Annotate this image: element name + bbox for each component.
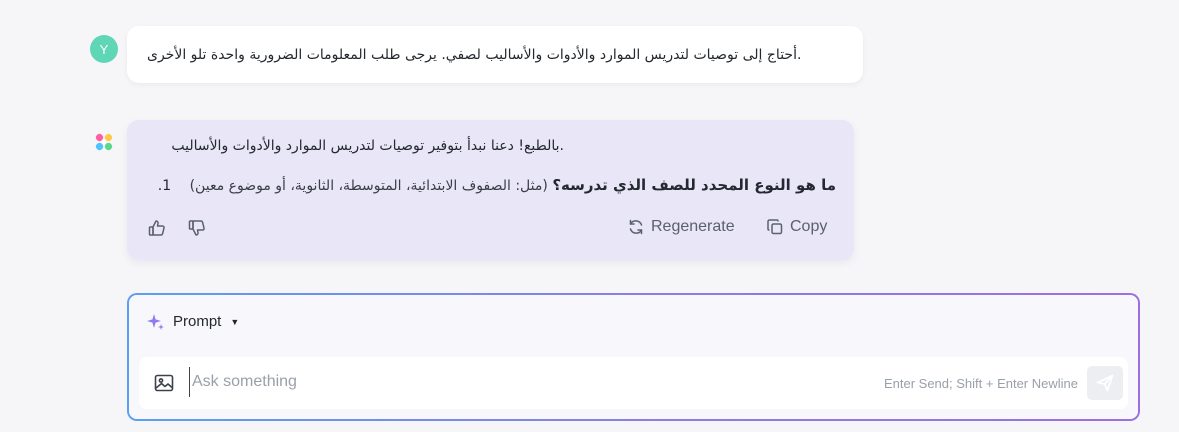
thumbs-up-icon <box>148 220 165 236</box>
copy-icon <box>767 219 783 235</box>
regenerate-button[interactable]: Regenerate <box>627 218 735 236</box>
send-icon <box>1096 374 1114 392</box>
caret-down-icon: ▼ <box>230 316 240 327</box>
like-button[interactable] <box>147 218 167 238</box>
send-button[interactable] <box>1087 366 1123 400</box>
user-avatar: Y <box>90 35 118 63</box>
ai-question-bold: ما هو النوع المحدد للصف الذي تدرسه؟ <box>552 176 836 194</box>
thumbs-down-icon <box>188 220 205 236</box>
image-upload-button[interactable] <box>154 374 174 396</box>
ai-message-intro: .بالطبع! دعنا نبدأ بتوفير توصيات لتدريس … <box>171 138 564 154</box>
input-container: Enter Send; Shift + Enter Newline <box>139 357 1128 409</box>
send-hint: Enter Send; Shift + Enter Newline <box>883 376 1078 391</box>
ai-question-number: 1. <box>157 178 172 194</box>
regenerate-label: Regenerate <box>651 218 735 235</box>
copy-label: Copy <box>790 218 828 235</box>
dislike-button[interactable] <box>187 218 207 238</box>
app-logo-icon <box>95 133 113 151</box>
input-row: Enter Send; Shift + Enter Newline <box>129 349 1138 419</box>
prompt-bar: Prompt ▼ <box>129 295 1138 350</box>
composer-panel: Prompt ▼ Enter Send; Shift + Enter Newli… <box>127 293 1140 421</box>
prompt-label: Prompt <box>173 313 222 330</box>
ai-message-bubble: .بالطبع! دعنا نبدأ بتوفير توصيات لتدريس … <box>127 120 854 260</box>
image-icon <box>154 374 174 392</box>
refresh-icon <box>629 219 643 235</box>
sparkle-icon <box>147 314 164 330</box>
ai-question-example: (مثل: الصفوف الابتدائية، المتوسطة، الثان… <box>189 178 548 194</box>
copy-button[interactable]: Copy <box>766 218 827 236</box>
message-input[interactable] <box>189 367 834 397</box>
user-message-bubble: .أحتاج إلى توصيات لتدريس الموارد والأدوا… <box>127 26 863 83</box>
user-message-text: .أحتاج إلى توصيات لتدريس الموارد والأدوا… <box>147 46 802 63</box>
ai-question-item: ما هو النوع المحدد للصف الذي تدرسه؟ (مثل… <box>158 176 836 194</box>
avatar-letter: Y <box>99 41 109 57</box>
prompt-dropdown[interactable]: Prompt ▼ <box>146 312 239 331</box>
